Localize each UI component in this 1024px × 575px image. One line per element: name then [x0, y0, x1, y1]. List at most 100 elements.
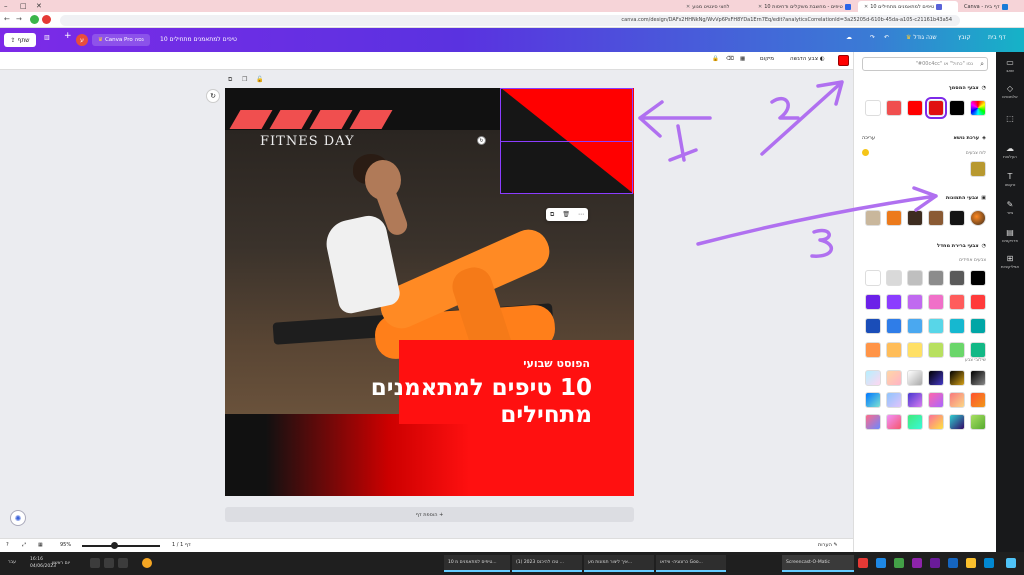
sidebar-item-projects[interactable]: ▤ פרויקטים: [996, 228, 1024, 243]
taskbar-app[interactable]: (1) טכו להיכנס 2023 ...: [512, 555, 582, 572]
solid-color-swatch[interactable]: [907, 342, 923, 358]
file-menu[interactable]: קובץ: [958, 34, 971, 41]
magic-assistant-icon[interactable]: ✺: [10, 510, 26, 526]
gradient-swatch[interactable]: [865, 414, 881, 430]
document-color-swatch[interactable]: [907, 100, 923, 116]
taskbar-app[interactable]: כרונוגיה- ווידאו Goo...: [656, 555, 726, 572]
gradient-swatch[interactable]: [970, 392, 986, 408]
document-color-swatch[interactable]: [925, 97, 947, 119]
solid-color-swatch[interactable]: [907, 294, 923, 310]
zoom-slider-knob[interactable]: [111, 542, 118, 549]
taskbar-app[interactable]: 10 טיפים למתאמנים מ...: [444, 555, 510, 572]
visual-studio-icon[interactable]: [930, 558, 940, 568]
solid-color-swatch[interactable]: [865, 294, 881, 310]
position-button[interactable]: מיקום: [760, 56, 774, 62]
accent-bar[interactable]: [309, 110, 353, 129]
document-title[interactable]: 10 טיפים למתאמנים מתחילים: [160, 36, 237, 43]
transparency-icon[interactable]: ▦: [740, 56, 745, 62]
solid-color-swatch[interactable]: [970, 270, 986, 286]
solid-color-swatch[interactable]: [865, 270, 881, 286]
gradient-swatch[interactable]: [970, 414, 986, 430]
solid-color-swatch[interactable]: [907, 318, 923, 334]
gradient-swatch[interactable]: [970, 370, 986, 386]
color-swatch-button[interactable]: [838, 55, 849, 66]
share-button[interactable]: ⇪ שתף: [4, 33, 36, 47]
theme-color-swatch[interactable]: [970, 161, 986, 177]
resize-button[interactable]: ♛ שנה גודל: [906, 34, 937, 41]
sidebar-item-draw[interactable]: ✎ ציור: [996, 200, 1024, 215]
photo-color-swatch[interactable]: [865, 210, 881, 226]
avatar[interactable]: ע: [76, 34, 88, 46]
refresh-icon[interactable]: ↻: [206, 89, 220, 103]
sidebar-item-design[interactable]: ▭ שאב: [996, 58, 1024, 73]
app-icon[interactable]: [948, 558, 958, 568]
solid-color-swatch[interactable]: [886, 270, 902, 286]
gradient-swatch[interactable]: [865, 370, 881, 386]
accent-bar[interactable]: [229, 110, 273, 129]
color-search-input[interactable]: נסו "כחול" או "#00c4cc" ⌕: [862, 57, 988, 71]
help-icon[interactable]: ?: [6, 542, 9, 548]
language-indicator[interactable]: עבר: [8, 560, 16, 565]
taskbar-app[interactable]: איך ליצור תמונות מע...: [584, 555, 654, 572]
tab-other[interactable]: ✕ לחצי סינטיט מנוע: [680, 1, 750, 12]
headline-text[interactable]: 10 טיפים למתאמנים מתחילים: [272, 375, 592, 429]
add-page-button[interactable]: + הוספת דף: [225, 507, 634, 522]
rotate-handle[interactable]: ↻: [477, 136, 486, 145]
try-pro-button[interactable]: ♛ Canva Pro נסה: [92, 34, 150, 46]
theme-edit-link[interactable]: עריכה: [862, 135, 875, 141]
photo-color-swatch[interactable]: [907, 210, 923, 226]
solid-color-swatch[interactable]: [949, 294, 965, 310]
tab-design[interactable]: ✕ 10 טיפים למתאמנים מתחילים: [858, 1, 958, 12]
solid-color-swatch[interactable]: [886, 342, 902, 358]
add-icon[interactable]: +: [64, 31, 72, 41]
analytics-icon[interactable]: ▥: [44, 34, 50, 41]
tab-calculator[interactable]: ✕ 10 טיפים - מחשבת משקלים ודחיסות: [752, 1, 856, 12]
grid-view-icon[interactable]: ▦: [38, 542, 43, 548]
redo-icon[interactable]: ↷: [870, 34, 875, 41]
gradient-swatch[interactable]: [886, 392, 902, 408]
app-icon[interactable]: [984, 558, 994, 568]
extension-icon[interactable]: [30, 15, 39, 24]
windows-start-icon[interactable]: [1006, 558, 1016, 568]
gradient-swatch[interactable]: [928, 370, 944, 386]
gradient-swatch[interactable]: [907, 370, 923, 386]
undo-icon[interactable]: ↶: [884, 34, 889, 41]
maximize-icon[interactable]: □: [20, 2, 27, 10]
tray-icon[interactable]: [104, 558, 114, 568]
weather-icon[interactable]: [142, 558, 152, 568]
photo-thumbnail[interactable]: [970, 210, 986, 226]
solid-color-swatch[interactable]: [928, 294, 944, 310]
close-window-icon[interactable]: ✕: [36, 2, 42, 10]
solid-color-swatch[interactable]: [949, 270, 965, 286]
solid-color-swatch[interactable]: [970, 294, 986, 310]
solid-color-swatch[interactable]: [928, 342, 944, 358]
gradient-swatch[interactable]: [907, 414, 923, 430]
solid-color-swatch[interactable]: [970, 318, 986, 334]
lock-icon[interactable]: 🔒: [712, 56, 719, 62]
solid-color-swatch[interactable]: [886, 294, 902, 310]
sidebar-item-brand[interactable]: ⬚: [996, 114, 1024, 124]
add-color-button[interactable]: [970, 100, 986, 116]
forward-icon[interactable]: →: [16, 15, 22, 23]
tray-icon[interactable]: [118, 558, 128, 568]
solid-color-swatch[interactable]: [886, 318, 902, 334]
accent-bar[interactable]: [349, 110, 393, 129]
gradient-swatch[interactable]: [865, 392, 881, 408]
gradient-swatch[interactable]: [949, 370, 965, 386]
gradient-swatch[interactable]: [886, 414, 902, 430]
photo-color-swatch[interactable]: [949, 210, 965, 226]
more-icon[interactable]: ⋯: [578, 211, 584, 218]
lock-page-icon[interactable]: 🔓: [256, 76, 263, 83]
selection-frame-inner[interactable]: [500, 141, 633, 194]
app-icon[interactable]: [876, 558, 886, 568]
zoom-level[interactable]: 95%: [60, 542, 71, 548]
document-color-swatch[interactable]: [886, 100, 902, 116]
accent-bar[interactable]: [269, 110, 313, 129]
zoom-slider[interactable]: [82, 545, 160, 547]
app-icon[interactable]: [912, 558, 922, 568]
duplicate-page-icon[interactable]: ⧉: [228, 76, 232, 84]
document-color-swatch[interactable]: [865, 100, 881, 116]
solid-color-swatch[interactable]: [928, 318, 944, 334]
photo-color-swatch[interactable]: [886, 210, 902, 226]
sidebar-item-elements[interactable]: ◇ אלמנטים: [996, 84, 1024, 99]
